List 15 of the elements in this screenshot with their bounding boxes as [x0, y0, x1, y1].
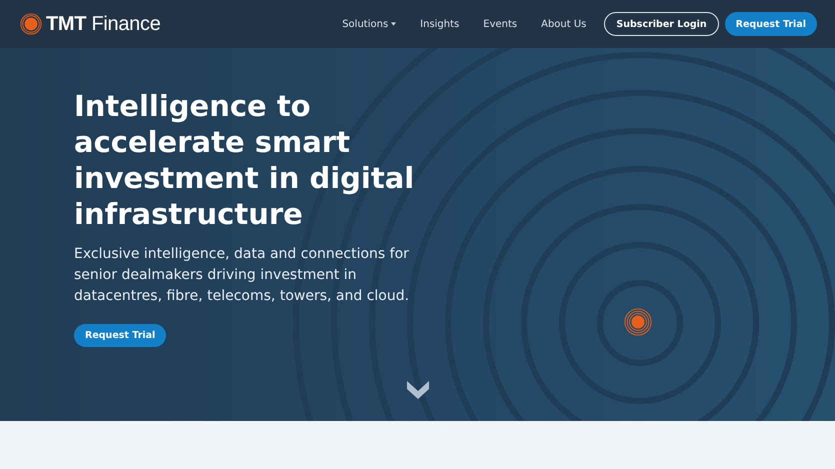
caret-icon — [391, 22, 396, 26]
target-icon — [20, 13, 42, 35]
logo-text: TMT Finance — [46, 12, 161, 36]
target-icon — [624, 308, 652, 336]
chevron-down-icon[interactable] — [406, 380, 430, 400]
hero-heading: Intelligence to accelerate smart investment in digital infrastructure — [74, 88, 416, 232]
nav-link[interactable]: Solutions — [342, 18, 396, 30]
request-trial-button[interactable]: Request Trial — [74, 324, 166, 347]
nav-link[interactable]: Events — [483, 18, 518, 30]
nav-link[interactable]: Insights — [420, 18, 460, 30]
login-button[interactable]: Subscriber Login — [604, 12, 719, 36]
logo-link[interactable]: TMT Finance — [20, 12, 161, 36]
request-trial-button[interactable]: Request Trial — [724, 12, 817, 36]
nav-link[interactable]: About Us — [541, 18, 586, 30]
hero-subtitle: Exclusive intelligence, data and connections for senior dealmakers driving investment in datacentres, fibre, telecoms, towers, and cloud. — [74, 245, 410, 306]
